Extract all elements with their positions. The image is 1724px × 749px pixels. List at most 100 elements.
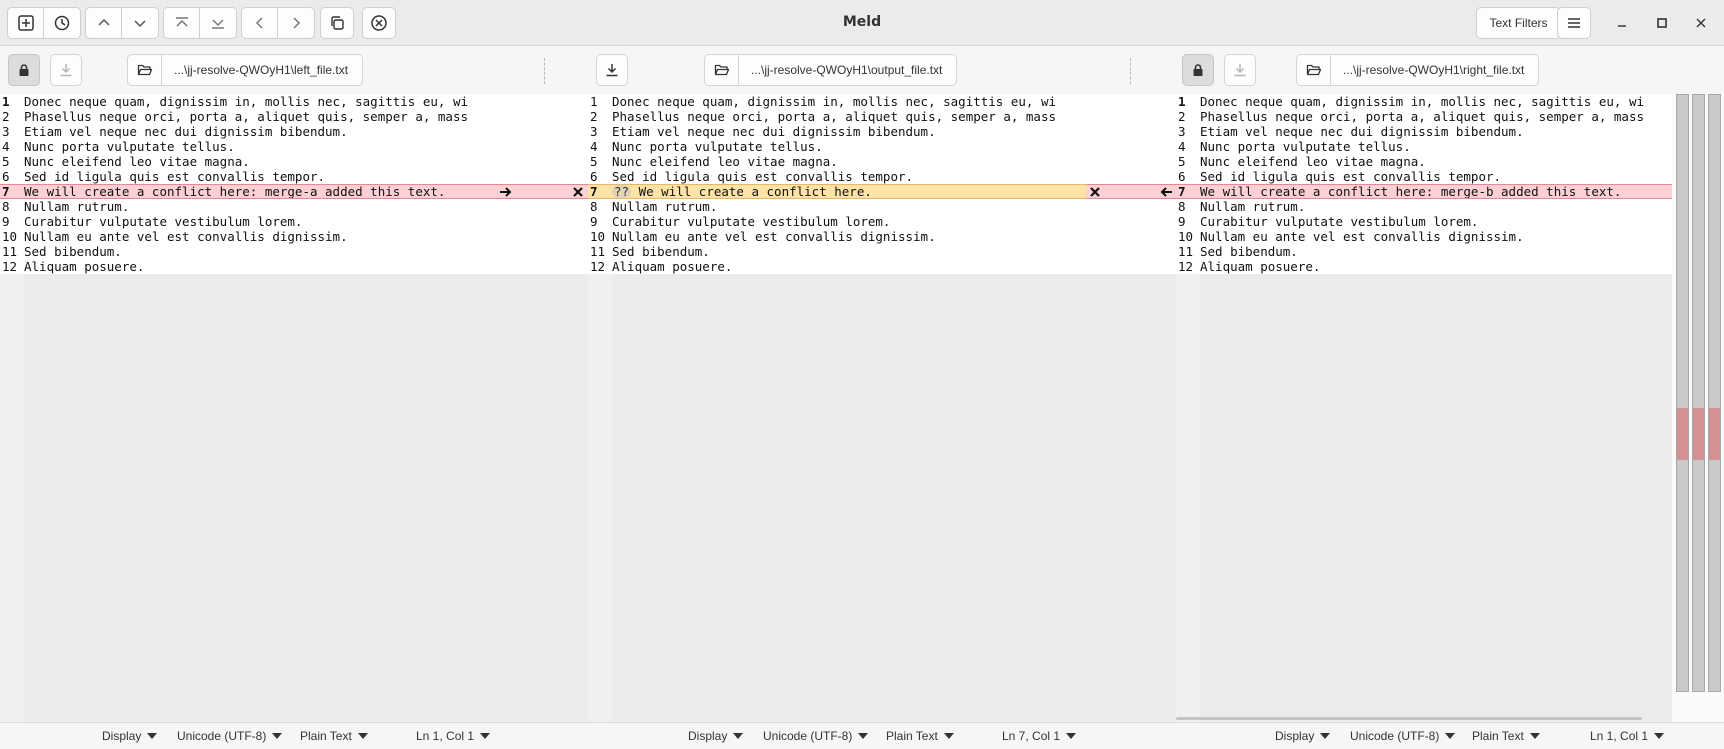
maximize-button[interactable]	[1650, 11, 1674, 35]
code-line[interactable]: 12 Aliquam posuere.	[1176, 259, 1672, 274]
output-save-button[interactable]	[596, 54, 628, 86]
code-line[interactable]: 3 Etiam vel neque nec dui dignissim biben…	[588, 124, 1086, 139]
code-line[interactable]: 11 Sed bibendum.	[588, 244, 1086, 259]
previous-change-button[interactable]	[86, 8, 122, 38]
code-line[interactable]: 2 Phasellus neque orci, porta a, aliquet …	[0, 109, 498, 124]
code-line[interactable]: 8 Nullam rutrum.	[1176, 199, 1672, 214]
line-text: Nunc eleifend leo vitae magna.	[1200, 154, 1426, 169]
go-top-icon	[175, 17, 188, 27]
code-line[interactable]: 7 We will create a conflict here: merge-b…	[1176, 184, 1672, 199]
code-line[interactable]: 11 Sed bibendum.	[0, 244, 498, 259]
code-line[interactable]: 1 Donec neque quam, dignissim in, mollis …	[0, 94, 498, 109]
code-line[interactable]: 4 Nunc porta vulputate tellus.	[0, 139, 498, 154]
copy-button[interactable]	[320, 7, 354, 39]
next-change-button[interactable]	[122, 8, 158, 38]
line-number: 2	[590, 109, 598, 124]
right-overview-map[interactable]	[1708, 94, 1721, 692]
code-line[interactable]: 9 Curabitur vulputate vestibulum lorem.	[1176, 214, 1672, 229]
code-line[interactable]: 4 Nunc porta vulputate tellus.	[588, 139, 1086, 154]
stop-button[interactable]	[362, 7, 396, 39]
output-editor[interactable]: 1 Donec neque quam, dignissim in, mollis …	[588, 94, 1086, 722]
right-encoding-menu[interactable]: Unicode (UTF-8)	[1350, 729, 1456, 743]
code-line[interactable]: 11 Sed bibendum.	[1176, 244, 1672, 259]
recent-comparisons-button[interactable]	[44, 8, 80, 38]
code-line[interactable]: 7 We will create a conflict here: merge-a…	[0, 184, 498, 199]
left-display-menu[interactable]: Display	[102, 729, 158, 743]
right-syntax-menu[interactable]: Plain Text	[1472, 729, 1540, 743]
push-right-button[interactable]	[278, 8, 314, 38]
code-line[interactable]: 12 Aliquam posuere.	[0, 259, 498, 274]
discard-chunk-icon[interactable]	[570, 184, 586, 199]
right-editor[interactable]: 1 Donec neque quam, dignissim in, mollis …	[1176, 94, 1672, 722]
code-line[interactable]: 10 Nullam eu ante vel est convallis digni…	[1176, 229, 1672, 244]
text-filters-button[interactable]: Text Filters	[1476, 7, 1561, 39]
left-cursor-position[interactable]: Ln 1, Col 1	[416, 729, 491, 743]
pane-divider	[1130, 58, 1131, 84]
code-line[interactable]: 5 Nunc eleifend leo vitae magna.	[1176, 154, 1672, 169]
right-save-button[interactable]	[1224, 54, 1256, 86]
code-line[interactable]: 2 Phasellus neque orci, porta a, aliquet …	[1176, 109, 1672, 124]
right-cursor-position[interactable]: Ln 1, Col 1	[1590, 729, 1665, 743]
code-line[interactable]: 8 Nullam rutrum.	[588, 199, 1086, 214]
hamburger-menu-icon	[1568, 18, 1580, 28]
discard-chunk-icon[interactable]	[1087, 184, 1103, 199]
code-line[interactable]: 1 Donec neque quam, dignissim in, mollis …	[588, 94, 1086, 109]
left-encoding-menu[interactable]: Unicode (UTF-8)	[177, 729, 283, 743]
code-line[interactable]: 3 Etiam vel neque nec dui dignissim biben…	[1176, 124, 1672, 139]
output-cursor-position[interactable]: Ln 7, Col 1	[1002, 729, 1077, 743]
output-file-chooser[interactable]: ...\jj-resolve-QWOyH1\output_file.txt	[704, 54, 958, 86]
code-line[interactable]: 12 Aliquam posuere.	[588, 259, 1086, 274]
output-encoding-menu[interactable]: Unicode (UTF-8)	[763, 729, 869, 743]
push-right-arrow-icon[interactable]	[498, 184, 514, 199]
code-line[interactable]: 7?? We will create a conflict here.	[588, 184, 1086, 199]
main-menu-button[interactable]	[1557, 7, 1591, 39]
go-bottom-icon	[212, 19, 224, 29]
code-line[interactable]: 6 Sed id ligula quis est convallis tempor…	[1176, 169, 1672, 184]
code-line[interactable]: 5 Nunc eleifend leo vitae magna.	[588, 154, 1086, 169]
code-line[interactable]: 6 Sed id ligula quis est convallis tempor…	[588, 169, 1086, 184]
minimize-button[interactable]	[1610, 11, 1634, 35]
right-display-menu[interactable]: Display	[1275, 729, 1331, 743]
next-conflict-button[interactable]	[200, 8, 236, 38]
code-line[interactable]: 10 Nullam eu ante vel est convallis digni…	[588, 229, 1086, 244]
output-display-menu[interactable]: Display	[688, 729, 744, 743]
dropdown-arrow-icon	[733, 733, 744, 739]
new-comparison-button[interactable]	[8, 8, 44, 38]
left-editor[interactable]: 1 Donec neque quam, dignissim in, mollis …	[0, 94, 498, 722]
left-overview-map[interactable]	[1676, 94, 1689, 692]
line-number: 5	[1178, 154, 1186, 169]
right-lock-button[interactable]	[1182, 54, 1214, 86]
code-line[interactable]: 6 Sed id ligula quis est convallis tempor…	[0, 169, 498, 184]
output-file-path: ...\jj-resolve-QWOyH1\output_file.txt	[751, 63, 943, 77]
close-window-button[interactable]	[1689, 11, 1713, 35]
line-number: 7	[2, 184, 10, 199]
left-save-button[interactable]	[50, 54, 82, 86]
left-syntax-menu[interactable]: Plain Text	[300, 729, 368, 743]
line-number: 9	[1178, 214, 1186, 229]
code-line[interactable]: 9 Curabitur vulputate vestibulum lorem.	[0, 214, 498, 229]
left-file-chooser[interactable]: ...\jj-resolve-QWOyH1\left_file.txt	[127, 54, 364, 86]
right-file-chooser[interactable]: ...\jj-resolve-QWOyH1\right_file.txt	[1296, 54, 1540, 86]
left-lock-button[interactable]	[8, 54, 40, 86]
line-number: 1	[1178, 94, 1186, 109]
code-line[interactable]: 10 Nullam eu ante vel est convallis digni…	[0, 229, 498, 244]
code-line[interactable]: 4 Nunc porta vulputate tellus.	[1176, 139, 1672, 154]
code-line[interactable]: 1 Donec neque quam, dignissim in, mollis …	[1176, 94, 1672, 109]
code-line[interactable]: 8 Nullam rutrum.	[0, 199, 498, 214]
code-line[interactable]: 9 Curabitur vulputate vestibulum lorem.	[588, 214, 1086, 229]
line-number: 5	[2, 154, 10, 169]
line-number: 8	[2, 199, 10, 214]
horizontal-scrollbar[interactable]	[1176, 717, 1642, 720]
code-line[interactable]: 5 Nunc eleifend leo vitae magna.	[0, 154, 498, 169]
push-left-button[interactable]	[242, 8, 278, 38]
line-number: 12	[1178, 259, 1194, 274]
output-syntax-menu[interactable]: Plain Text	[886, 729, 954, 743]
previous-conflict-button[interactable]	[164, 8, 200, 38]
left-link-map	[498, 94, 588, 722]
line-text: Nunc eleifend leo vitae magna.	[24, 154, 250, 169]
code-line[interactable]: 2 Phasellus neque orci, porta a, aliquet …	[588, 109, 1086, 124]
output-overview-map[interactable]	[1692, 94, 1705, 692]
push-left-arrow-icon[interactable]	[1158, 184, 1174, 199]
code-line[interactable]: 3 Etiam vel neque nec dui dignissim biben…	[0, 124, 498, 139]
header-bar: Meld Text Filters	[0, 0, 1724, 46]
